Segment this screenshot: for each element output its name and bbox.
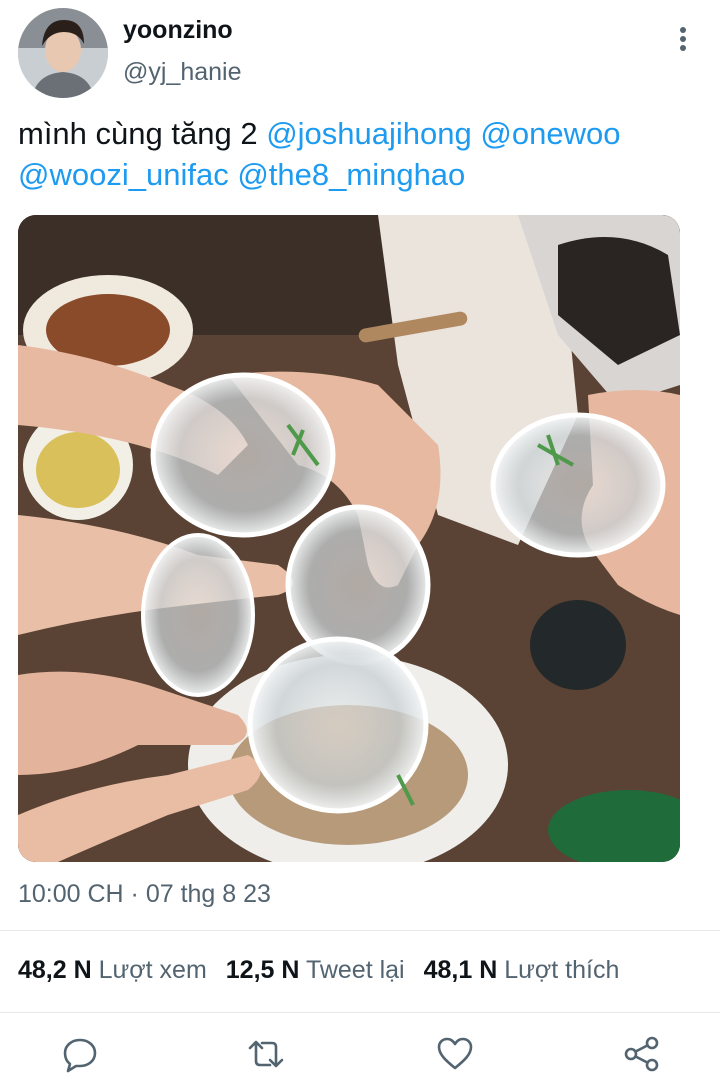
stat-value: 48,2 N — [18, 956, 92, 984]
mention-link[interactable]: @woozi_unifac — [18, 157, 229, 192]
engagement-stats: 48,2 N Lượt xem 12,5 N Tweet lại 48,1 N … — [18, 956, 638, 985]
divider — [0, 1012, 720, 1013]
tweet-photo[interactable] — [18, 215, 680, 862]
stat-value: 12,5 N — [225, 956, 300, 984]
more-options-icon[interactable] — [668, 22, 698, 56]
stat-value: 48,1 N — [423, 956, 498, 984]
retweets-stat[interactable]: 12,5 N Tweet lại — [226, 956, 405, 985]
tweet-text-prefix: mình cùng tăng 2 — [18, 116, 258, 151]
stat-label: Lượt xem — [98, 956, 207, 984]
retweet-icon[interactable] — [246, 1034, 286, 1074]
stat-label: Lượt thích — [504, 956, 620, 984]
views-stat[interactable]: 48,2 N Lượt xem — [18, 956, 207, 985]
tweet-header: yoonzino @yj_hanie — [0, 0, 720, 110]
display-name[interactable]: yoonzino — [123, 16, 233, 45]
mention-link[interactable]: @onewoo — [480, 116, 620, 151]
tweet-text: mình cùng tăng 2 @joshuajihong @onewoo @… — [18, 113, 708, 195]
likes-stat[interactable]: 48,1 N Lượt thích — [424, 956, 620, 985]
divider — [0, 930, 720, 931]
action-bar — [0, 1030, 720, 1080]
mention-link[interactable]: @the8_minghao — [237, 157, 465, 192]
tweet-timestamp[interactable]: 10:00 CH · 07 thg 8 23 — [18, 880, 271, 909]
avatar[interactable] — [18, 8, 108, 98]
mention-link[interactable]: @joshuajihong — [266, 116, 472, 151]
share-icon[interactable] — [622, 1034, 662, 1074]
user-handle[interactable]: @yj_hanie — [123, 58, 242, 87]
stat-label: Tweet lại — [305, 956, 405, 984]
reply-icon[interactable] — [60, 1034, 100, 1074]
heart-icon[interactable] — [435, 1034, 475, 1074]
